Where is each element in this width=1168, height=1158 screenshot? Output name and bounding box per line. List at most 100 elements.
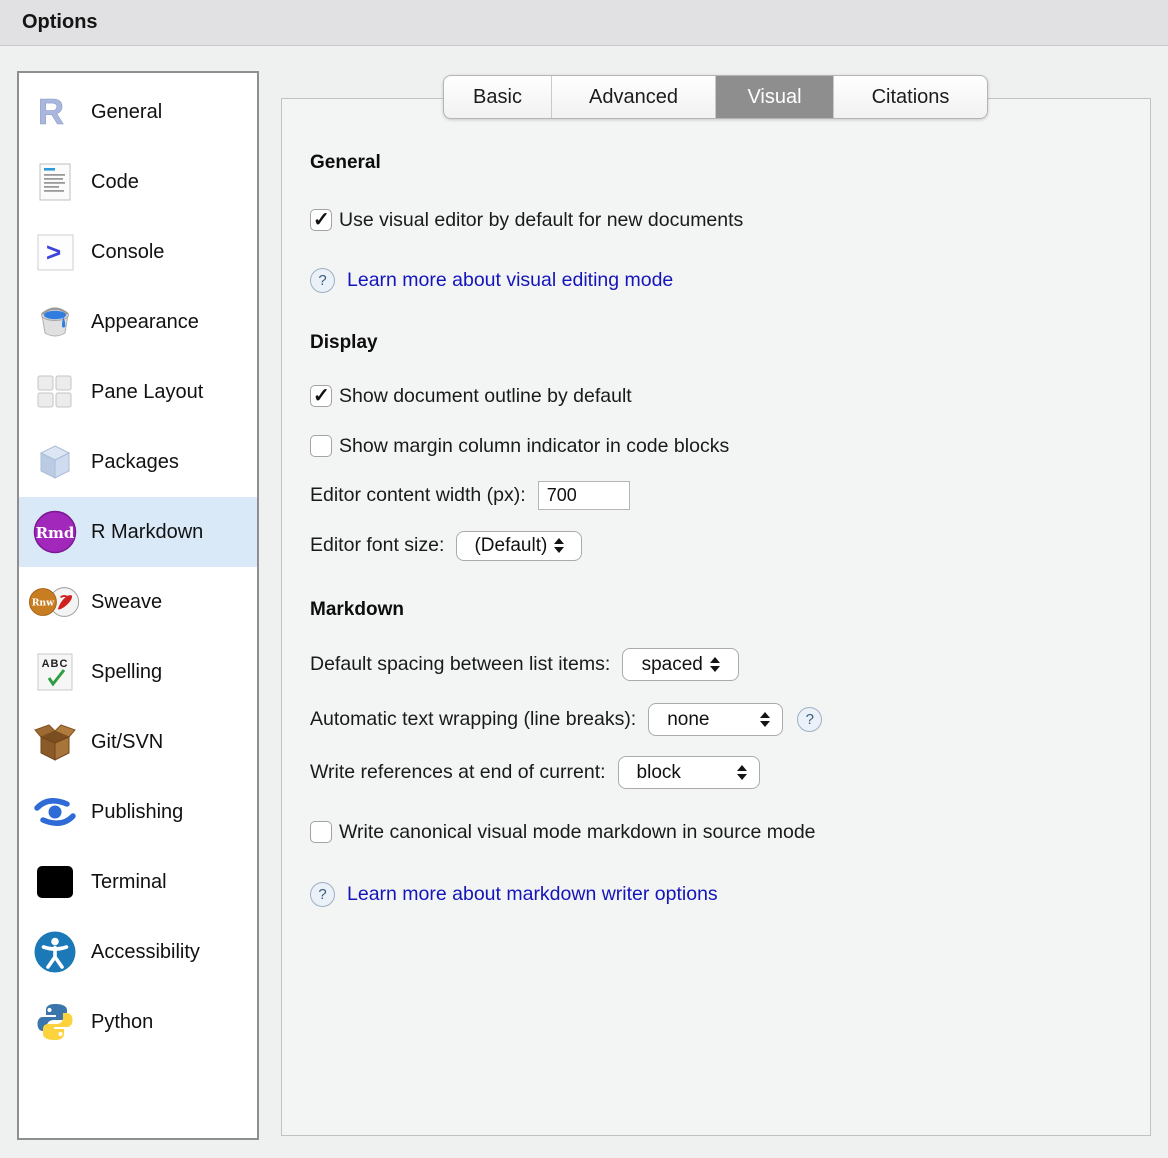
sidebar-item-pane-layout[interactable]: Pane Layout (19, 357, 257, 427)
rmarkdown-icon: Rmd (29, 510, 81, 554)
publishing-icon (29, 797, 81, 827)
options-sidebar: R General Code > Console Appearance Pane… (17, 71, 259, 1140)
terminal-icon (29, 865, 81, 899)
sidebar-item-packages[interactable]: Packages (19, 427, 257, 497)
canonical-markdown-checkbox[interactable] (310, 821, 332, 843)
show-margin-label: Show margin column indicator in code blo… (339, 435, 729, 458)
sidebar-item-label: Packages (91, 451, 179, 474)
sidebar-item-rmarkdown[interactable]: Rmd R Markdown (19, 497, 257, 567)
sidebar-item-terminal[interactable]: Terminal (19, 847, 257, 917)
sidebar-item-label: Console (91, 241, 164, 264)
select-arrows-icon (710, 657, 720, 672)
select-arrows-icon (737, 765, 747, 780)
paint-bucket-icon (29, 302, 81, 342)
accessibility-icon (29, 930, 81, 974)
python-icon (29, 1001, 81, 1043)
pane-layout-icon (29, 374, 81, 410)
sidebar-item-label: Spelling (91, 661, 162, 684)
show-outline-checkbox[interactable] (310, 385, 332, 407)
console-icon: > (29, 234, 81, 271)
svg-text:ABC: ABC (42, 658, 69, 670)
package-box-icon (29, 443, 81, 481)
references-label: Write references at end of current: (310, 761, 606, 784)
use-visual-editor-checkbox[interactable] (310, 209, 332, 231)
spelling-check-icon: ABC (29, 653, 81, 691)
editor-font-size-select[interactable]: (Default) (456, 531, 582, 561)
sweave-icon: Rnw (29, 581, 81, 623)
svg-text:R: R (38, 94, 64, 130)
text-wrapping-select[interactable]: none (648, 703, 783, 736)
sidebar-item-label: Publishing (91, 801, 183, 824)
tab-visual[interactable]: Visual (715, 76, 833, 118)
show-outline-row: Show document outline by default (310, 381, 1150, 411)
sidebar-item-accessibility[interactable]: Accessibility (19, 917, 257, 987)
sidebar-item-code[interactable]: Code (19, 147, 257, 217)
sidebar-item-label: Terminal (91, 871, 167, 894)
sidebar-item-appearance[interactable]: Appearance (19, 287, 257, 357)
sidebar-item-label: Appearance (91, 311, 199, 334)
visual-settings-panel: General Use visual editor by default for… (281, 98, 1151, 1136)
text-wrapping-label: Automatic text wrapping (line breaks): (310, 708, 636, 731)
editor-content-width-input[interactable] (538, 481, 630, 510)
settings-tabbar: Basic Advanced Visual Citations (443, 75, 988, 119)
select-arrows-icon (760, 712, 770, 727)
sidebar-item-label: Python (91, 1011, 153, 1034)
git-svn-box-icon (29, 722, 81, 762)
canonical-markdown-label: Write canonical visual mode markdown in … (339, 821, 816, 844)
text-wrapping-value: none (667, 709, 709, 731)
dialog-title: Options (22, 11, 98, 34)
tab-basic[interactable]: Basic (444, 76, 551, 118)
sidebar-item-label: Accessibility (91, 941, 200, 964)
tab-citations[interactable]: Citations (833, 76, 987, 118)
list-spacing-row: Default spacing between list items: spac… (310, 648, 1150, 681)
markdown-section-heading: Markdown (310, 598, 1150, 622)
show-outline-label: Show document outline by default (339, 385, 632, 408)
editor-width-label: Editor content width (px): (310, 484, 526, 507)
sidebar-item-label: Sweave (91, 591, 162, 614)
use-visual-editor-row: Use visual editor by default for new doc… (310, 205, 1150, 235)
references-select[interactable]: block (618, 756, 760, 789)
display-section-heading: Display (310, 331, 1150, 355)
sidebar-item-label: Git/SVN (91, 731, 163, 754)
list-spacing-select[interactable]: spaced (622, 648, 739, 681)
learn-more-markdown-writer-link[interactable]: Learn more about markdown writer options (347, 883, 718, 906)
editor-font-size-label: Editor font size: (310, 534, 444, 557)
sidebar-item-console[interactable]: > Console (19, 217, 257, 287)
select-arrows-icon (554, 538, 564, 553)
editor-font-size-row: Editor font size: (Default) (310, 529, 1150, 562)
show-margin-row: Show margin column indicator in code blo… (310, 431, 1150, 461)
sidebar-item-label: Pane Layout (91, 381, 203, 404)
use-visual-editor-label: Use visual editor by default for new doc… (339, 209, 743, 232)
editor-font-size-value: (Default) (474, 535, 547, 557)
learn-visual-editing-row: ? Learn more about visual editing mode (310, 265, 1150, 295)
sidebar-item-label: R Markdown (91, 521, 203, 544)
learn-more-visual-editing-link[interactable]: Learn more about visual editing mode (347, 269, 673, 292)
help-icon[interactable]: ? (310, 882, 335, 907)
svg-text:Rmd: Rmd (36, 524, 75, 542)
r-logo-icon: R (29, 94, 81, 130)
sidebar-item-gitsvn[interactable]: Git/SVN (19, 707, 257, 777)
help-icon[interactable]: ? (310, 268, 335, 293)
code-document-icon (29, 163, 81, 201)
sidebar-item-publishing[interactable]: Publishing (19, 777, 257, 847)
sidebar-item-sweave[interactable]: Rnw Sweave (19, 567, 257, 637)
svg-text:Rnw: Rnw (32, 598, 55, 609)
sidebar-item-general[interactable]: R General (19, 77, 257, 147)
text-wrapping-row: Automatic text wrapping (line breaks): n… (310, 703, 1150, 736)
help-icon[interactable]: ? (797, 707, 822, 732)
svg-text:>: > (46, 237, 61, 267)
references-row: Write references at end of current: bloc… (310, 756, 1150, 789)
sidebar-item-label: Code (91, 171, 139, 194)
sidebar-item-label: General (91, 101, 162, 124)
dialog-titlebar: Options (0, 0, 1168, 46)
editor-width-row: Editor content width (px): (310, 479, 1150, 511)
list-spacing-value: spaced (642, 654, 703, 676)
general-section-heading: General (310, 151, 1150, 175)
show-margin-checkbox[interactable] (310, 435, 332, 457)
learn-markdown-writer-row: ? Learn more about markdown writer optio… (310, 879, 1150, 909)
references-value: block (637, 762, 681, 784)
tab-advanced[interactable]: Advanced (551, 76, 715, 118)
sidebar-item-spelling[interactable]: ABC Spelling (19, 637, 257, 707)
sidebar-item-python[interactable]: Python (19, 987, 257, 1057)
list-spacing-label: Default spacing between list items: (310, 653, 610, 676)
